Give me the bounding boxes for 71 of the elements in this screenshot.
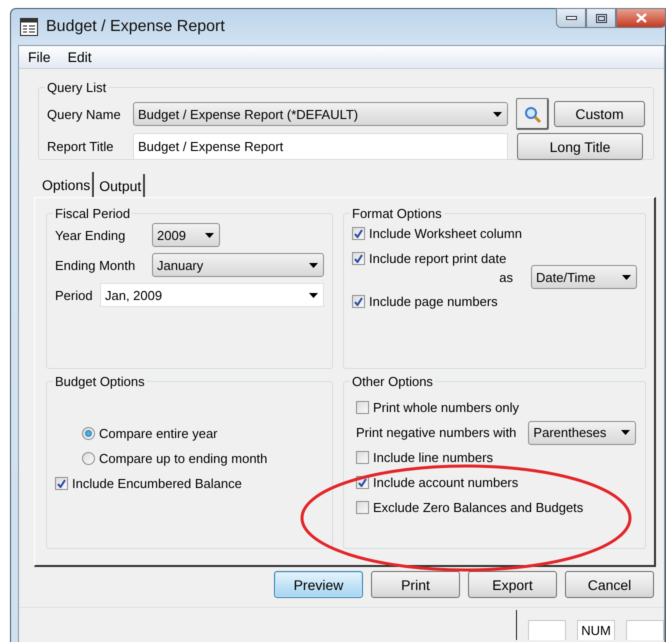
maximize-icon <box>596 14 606 22</box>
checkbox[interactable] <box>352 252 365 265</box>
dropdown[interactable]: Jan, 2009 <box>100 283 324 307</box>
checkbox[interactable] <box>356 401 369 414</box>
menu-item[interactable]: Edit <box>68 49 92 65</box>
dropdown[interactable]: January <box>152 253 324 277</box>
group-title: Query List <box>46 80 108 95</box>
minimize-button[interactable] <box>556 8 586 28</box>
option-label: Compare entire year <box>99 426 218 441</box>
option-label: Print negative numbers with <box>356 425 516 440</box>
option-label: Exclude Zero Balances and Budgets <box>373 500 584 515</box>
search-button[interactable] <box>516 98 549 130</box>
dialog-button[interactable]: Cancel <box>565 571 654 598</box>
radio-button[interactable] <box>82 452 95 465</box>
option-label: Include report print date <box>369 251 506 266</box>
app-icon <box>20 18 38 36</box>
dialog-button[interactable]: Preview <box>274 571 363 598</box>
close-icon <box>636 13 646 23</box>
radio-button[interactable] <box>82 427 95 440</box>
dropdown[interactable]: Date/Time <box>531 265 637 289</box>
option-label: Compare up to ending month <box>99 451 268 466</box>
caret-icon <box>205 232 214 238</box>
group-title: Budget Options <box>54 374 146 389</box>
caret-icon <box>622 274 631 280</box>
field-label: Year Ending <box>55 228 126 242</box>
search-icon <box>524 106 541 122</box>
checkbox[interactable] <box>356 501 369 514</box>
input-field[interactable]: Budget / Expense Report <box>133 133 508 160</box>
dialog-button[interactable]: Export <box>468 571 557 598</box>
field-label: Report Title <box>47 139 114 154</box>
check-mark-icon <box>354 254 363 263</box>
check-mark-icon <box>57 479 66 488</box>
dropdown[interactable]: Budget / Expense Report (*DEFAULT) <box>133 102 508 126</box>
dropdown[interactable]: 2009 <box>152 223 220 247</box>
option-label: Include Encumbered Balance <box>72 476 242 491</box>
checkbox[interactable] <box>352 227 365 240</box>
caret-icon <box>309 292 318 298</box>
option-label: Include line numbers <box>373 450 493 465</box>
option-label: Print whole numbers only <box>373 400 519 415</box>
close-button[interactable] <box>616 8 666 28</box>
long-title-button[interactable]: Long Title <box>517 133 643 160</box>
menu-item[interactable]: File <box>28 49 51 65</box>
option-label: Include page numbers <box>369 294 498 309</box>
custom-button[interactable]: Custom <box>554 101 645 127</box>
caret-icon <box>309 262 318 268</box>
tab[interactable]: Output <box>94 174 146 197</box>
option-label: Include account numbers <box>373 475 518 490</box>
field-label: Period <box>55 288 94 302</box>
check-mark-icon <box>354 297 363 306</box>
checkbox[interactable] <box>356 451 369 464</box>
dialog-button[interactable]: Print <box>371 571 460 598</box>
dropdown[interactable]: Parentheses <box>528 420 636 444</box>
status-indicator: NUM <box>577 620 615 640</box>
check-mark-icon <box>358 478 367 487</box>
check-mark-icon <box>354 229 363 238</box>
status-panel <box>626 620 664 640</box>
maximize-button[interactable] <box>586 8 616 28</box>
checkbox[interactable] <box>352 295 365 308</box>
group-title: Format Options <box>351 206 443 221</box>
group-title: Fiscal Period <box>54 206 132 221</box>
window-title: Budget / Expense Report <box>46 18 225 36</box>
checkbox[interactable] <box>55 477 68 490</box>
caret-icon <box>493 112 502 116</box>
group-title: Other Options <box>351 374 434 389</box>
caret-icon <box>621 430 630 435</box>
field-label: Ending Month <box>55 258 136 272</box>
status-panel <box>528 620 566 640</box>
field-label: Query Name <box>47 106 122 122</box>
minimize-icon <box>566 16 576 20</box>
option-label: Include Worksheet column <box>369 226 522 241</box>
field-label: as <box>499 270 513 284</box>
